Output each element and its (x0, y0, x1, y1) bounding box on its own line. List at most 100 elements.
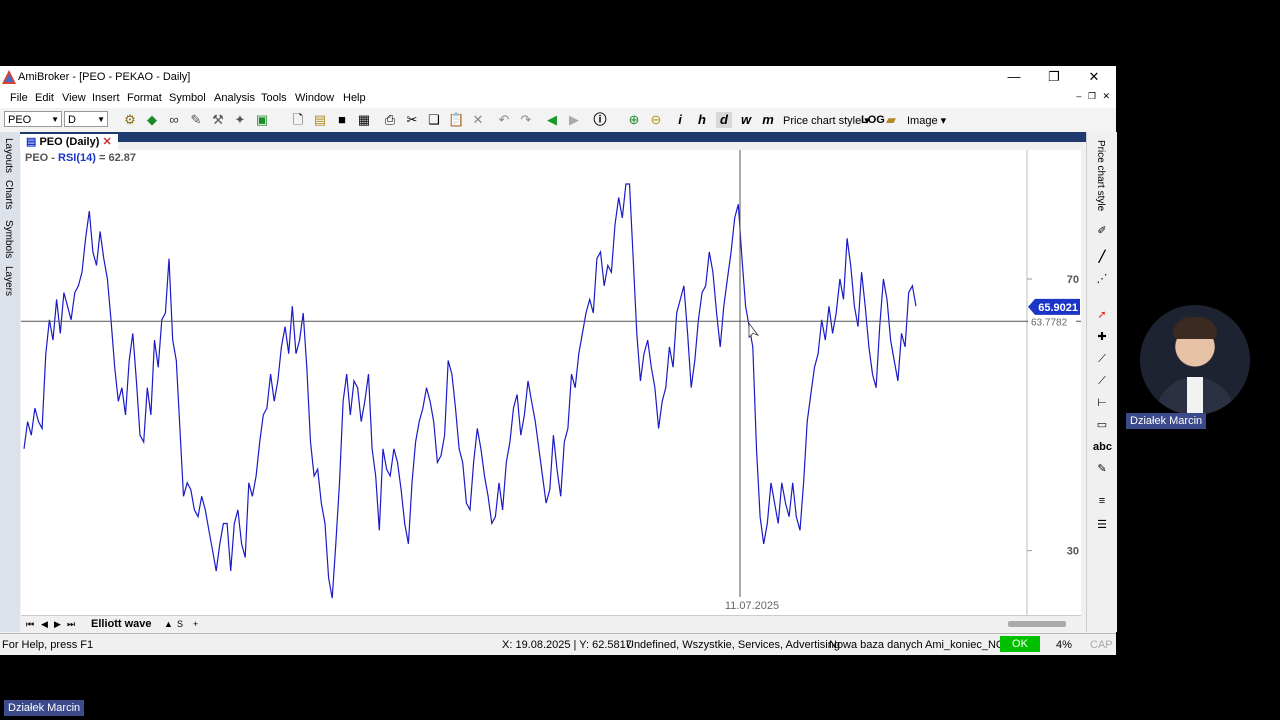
rsi-chart[interactable]: 30 70 63.7782 11.07.2025 65.9021 (21, 150, 1081, 615)
select-arrow-icon[interactable]: ➚ (1093, 306, 1111, 324)
open-folder-icon[interactable]: ▤ (312, 112, 328, 128)
log-scale-button[interactable]: LOG (861, 114, 885, 126)
indicator-symbol: PEO (25, 152, 49, 164)
window-title: AmiBroker - [PEO - PEKAO - Daily] (18, 71, 191, 83)
chart-tab-label: PEO (Daily) (39, 136, 100, 148)
zoom-out-icon[interactable]: ⊖ (648, 112, 664, 128)
drawing-tools-dock: Price chart style ✐ ╱ ⋰ ➚ ✚ ⟋ ⟋ ⊢ ▭ abc … (1086, 132, 1117, 632)
redo-icon[interactable]: ↷ (518, 112, 534, 128)
menu-help[interactable]: Help (343, 92, 366, 104)
rsi-chart-pane[interactable]: 30 70 63.7782 11.07.2025 65.9021 PEO - RSI(1… (21, 150, 1081, 615)
next-sheet-icon[interactable]: ▶ (54, 619, 61, 630)
mdi-child-controls[interactable]: – ❐ ✕ (1076, 91, 1112, 102)
tab-layers[interactable]: Layers (3, 266, 14, 296)
presenter-webcam (1140, 305, 1250, 415)
cut-icon[interactable]: ✂ (404, 112, 420, 128)
restore-button[interactable]: ❐ (1034, 66, 1074, 88)
symbol-combo-value: PEO (8, 114, 32, 126)
sheet-add-icon[interactable]: + (193, 619, 198, 629)
tool-icon[interactable]: ✦ (232, 112, 248, 128)
first-sheet-icon[interactable]: ⏮ (26, 619, 34, 630)
presenter-name-badge: Działek Marcin (1126, 413, 1207, 429)
trendline-icon[interactable]: ⟋ (1093, 350, 1111, 368)
tab-layouts[interactable]: Layouts (3, 138, 14, 173)
dotted-line-icon[interactable]: ⋰ (1093, 270, 1111, 288)
symbol-combo[interactable]: PEO ▼ (4, 111, 62, 127)
rectangle-icon[interactable]: ▭ (1093, 416, 1111, 434)
eraser-icon[interactable]: ✐ (1093, 222, 1111, 240)
interval-combo[interactable]: D ▼ (64, 111, 108, 127)
workspace-background (0, 132, 1116, 142)
tab-price-chart-style[interactable]: Price chart style (1095, 140, 1106, 211)
thick-line-icon[interactable]: ╱ (1093, 248, 1111, 266)
sheet-tab-elliott-wave[interactable]: Elliott wave (91, 618, 152, 630)
menu-file[interactable]: File (10, 92, 28, 104)
prev-sheet-icon[interactable]: ◀ (41, 619, 48, 630)
diamond-icon[interactable]: ◆ (144, 112, 160, 128)
period-daily-button[interactable]: d (716, 112, 732, 128)
sheet-lock-icon[interactable]: ▲ (164, 619, 173, 629)
pen-icon[interactable]: ✎ (188, 112, 204, 128)
fibonacci-icon[interactable]: ☰ (1093, 516, 1111, 534)
print-icon[interactable]: ⎙ (382, 112, 398, 128)
status-help: For Help, press F1 (2, 639, 94, 651)
horizontal-segment-icon[interactable]: ⊢ (1093, 394, 1111, 412)
close-button[interactable]: ✕ (1074, 66, 1114, 88)
menu-format[interactable]: Format (127, 92, 162, 104)
glasses-icon[interactable]: ∞ (166, 112, 182, 128)
last-sheet-icon[interactable]: ⏭ (67, 619, 75, 630)
new-file-icon[interactable]: 🗋 (290, 112, 306, 128)
interval-combo-value: D (68, 114, 76, 126)
save-icon[interactable]: ■ (334, 112, 350, 128)
text-tool-button[interactable]: abc (1093, 438, 1112, 456)
period-hourly-button[interactable]: h (694, 112, 710, 128)
menu-symbol[interactable]: Symbol (169, 92, 206, 104)
forward-arrow-icon[interactable]: ▶ (566, 112, 582, 128)
rsi-line (23, 183, 917, 599)
info-icon[interactable]: ⓘ (592, 112, 608, 128)
chevron-down-icon: ▼ (97, 115, 105, 124)
menu-view[interactable]: View (62, 92, 86, 104)
pencil-icon[interactable]: ✎ (1093, 460, 1111, 478)
menu-analysis[interactable]: Analysis (214, 92, 255, 104)
wizard-icon[interactable]: ⚒ (210, 112, 226, 128)
zoom-in-icon[interactable]: ⊕ (626, 112, 642, 128)
period-intraday-button[interactable]: i (672, 112, 688, 128)
back-arrow-icon[interactable]: ◀ (544, 112, 560, 128)
indicator-name: RSI(14) (58, 152, 96, 164)
undo-icon[interactable]: ↶ (496, 112, 512, 128)
toolbar: PEO ▼ D ▼ ⚙ ◆ ∞ ✎ ⚒ ✦ ▣ 🗋 ▤ ■ ▦ ⎙ ✂ ❏ 📋 … (0, 108, 1116, 133)
chart-check-icon[interactable]: ▣ (254, 112, 270, 128)
menu-insert[interactable]: Insert (92, 92, 120, 104)
parallel-lines-icon[interactable]: ≡ (1093, 492, 1111, 510)
status-database: Nowa baza danych Ami_koniec_NOL (829, 639, 1011, 651)
status-bar: For Help, press F1 X: 19.08.2025 | Y: 62… (0, 633, 1116, 655)
tab-symbols[interactable]: Symbols (3, 220, 14, 258)
minimize-button[interactable]: — (994, 66, 1034, 88)
horizontal-scrollbar[interactable] (1008, 621, 1066, 627)
crosshair-icon[interactable]: ✚ (1093, 328, 1111, 346)
price-chart-style-button[interactable]: Price chart style ▾ (783, 114, 870, 127)
menu-edit[interactable]: Edit (35, 92, 54, 104)
delete-icon[interactable]: ✕ (470, 112, 486, 128)
paste-icon[interactable]: 📋 (448, 112, 464, 128)
sheet-s-icon[interactable]: S (177, 619, 183, 629)
copy-icon[interactable]: ❏ (426, 112, 442, 128)
period-weekly-button[interactable]: w (738, 112, 754, 128)
chart-window-tab[interactable]: ▤ PEO (Daily) ✕ (20, 134, 118, 150)
gear-icon[interactable]: ⚙ (122, 112, 138, 128)
title-bar: AmiBroker - [PEO - PEKAO - Daily] — ❐ ✕ (0, 66, 1116, 88)
ray-icon[interactable]: ⟋ (1093, 372, 1111, 390)
image-icon: ▰ (886, 112, 896, 127)
image-button[interactable]: Image ▾ (907, 114, 946, 127)
indicator-value: = 62.87 (98, 152, 136, 164)
crosshair-date-label: 11.07.2025 (725, 600, 779, 612)
crosshair-value-label: 63.7782 (1031, 317, 1068, 328)
tab-charts[interactable]: Charts (3, 180, 14, 209)
period-monthly-button[interactable]: m (760, 112, 776, 128)
menu-tools[interactable]: Tools (261, 92, 287, 104)
menu-window[interactable]: Window (295, 92, 334, 104)
chart-icon: ▤ (26, 136, 37, 148)
save-all-icon[interactable]: ▦ (356, 112, 372, 128)
close-icon[interactable]: ✕ (102, 136, 111, 148)
